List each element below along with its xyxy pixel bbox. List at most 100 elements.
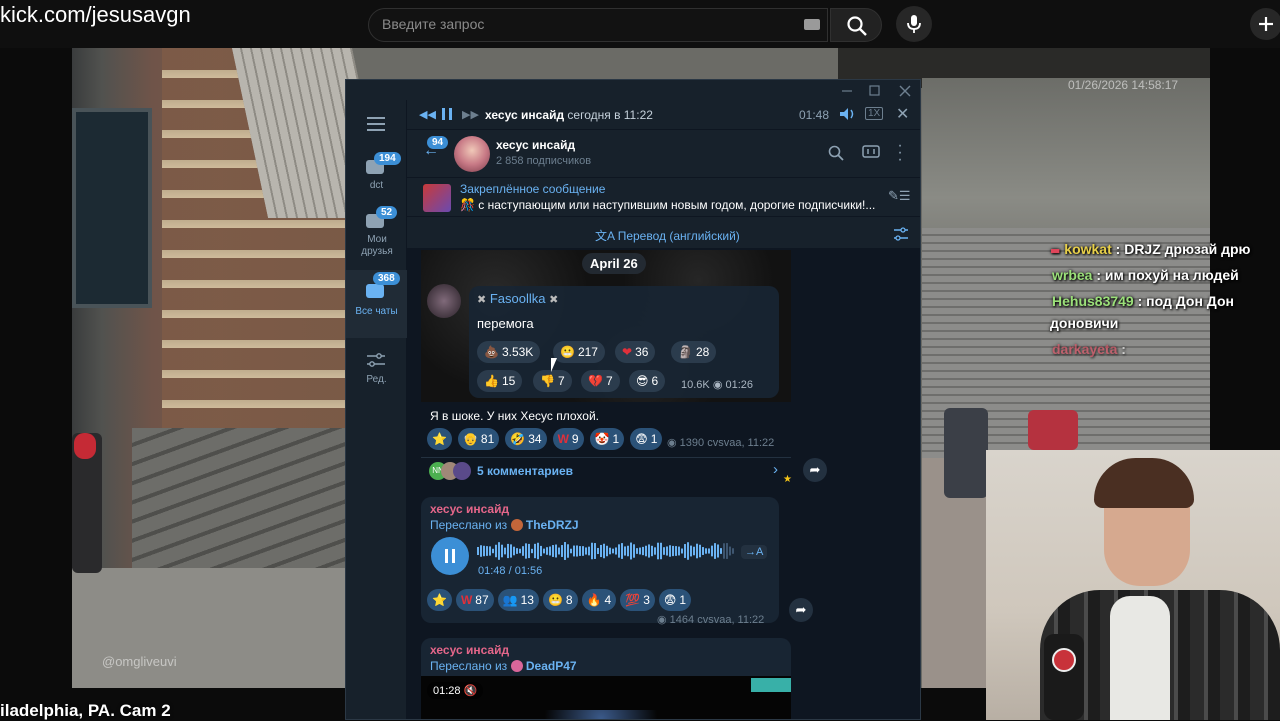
keyboard-icon[interactable]	[804, 19, 820, 30]
sparkle-icon: ✖	[549, 293, 559, 306]
comments-link[interactable]: NN 5 комментариев ›	[421, 458, 791, 486]
waveform-bar	[687, 542, 689, 560]
pinned-list-icon[interactable]: ✎☰	[888, 188, 911, 204]
volume-icon[interactable]	[839, 107, 857, 121]
muted-icon[interactable]: 🔇	[464, 685, 478, 697]
reaction-chip[interactable]: ⭐	[427, 589, 452, 611]
waveform-bar	[708, 548, 710, 554]
plus-icon	[1259, 17, 1273, 31]
waveform-bar	[582, 546, 584, 556]
reaction-chip[interactable]: 💔 7	[581, 370, 620, 392]
reaction-chip[interactable]: ❤ 36	[615, 341, 656, 363]
window-controls-icon[interactable]	[840, 85, 916, 97]
more-options-icon[interactable]: · · ·	[897, 138, 903, 168]
post-reactions: ⭐ 👴 81 🤣 34 W9 🤡 1 😨 1	[427, 428, 663, 450]
microphone	[1044, 634, 1084, 720]
channel-name[interactable]: хесус инсайд	[496, 138, 575, 152]
waveform-bar	[510, 544, 512, 558]
folder-all-chats[interactable]: 368 Все чаты	[346, 270, 407, 338]
previous-track-icon[interactable]: ◀◀	[419, 108, 436, 121]
reaction-chip[interactable]: 👍 15	[477, 370, 523, 392]
reaction-chip[interactable]: 🤣 34	[505, 428, 547, 450]
folder-edit[interactable]: Ред.	[346, 350, 407, 394]
source-avatar	[510, 660, 523, 672]
comments-icon[interactable]	[862, 145, 880, 161]
waveform-bar	[693, 546, 695, 556]
translate-label[interactable]: 文A Перевод (английский)	[595, 227, 740, 244]
chat-text: : DRJZ дрюзай дрю	[1115, 241, 1251, 257]
share-button[interactable]: ➦	[789, 598, 813, 622]
reaction-chip[interactable]: ⭐	[427, 428, 452, 450]
menu-icon[interactable]	[367, 117, 385, 131]
author-name[interactable]: хесус инсайд	[430, 502, 509, 516]
waveform-bar	[558, 547, 560, 555]
chat-message: Hehus83749 : под Дон Дон	[1052, 293, 1234, 309]
chat-username: kowkat	[1064, 241, 1112, 257]
pinned-message-bar[interactable]: Закреплённое сообщение 🎊 с наступающим и…	[407, 177, 920, 217]
message-bubble: хесус инсайд Переслано из TheDRZJ →A 01:…	[421, 497, 779, 626]
reaction-chip[interactable]: 👎 7	[533, 370, 572, 392]
video-preview[interactable]: April 26 ✖ Fasoollka ✖ перемога 💩 3.53K 😬…	[421, 250, 791, 402]
waveform-bar	[717, 544, 719, 558]
reaction-chip[interactable]: 👴 81	[457, 428, 500, 450]
reaction-chip[interactable]: W9	[552, 428, 584, 450]
reaction-chip[interactable]: 👥 13	[497, 589, 539, 611]
audio-waveform[interactable]	[477, 541, 737, 561]
reaction-chip[interactable]: 💯 3	[620, 589, 655, 611]
translate-bar[interactable]: 文A Перевод (английский)	[407, 220, 920, 248]
message-feed[interactable]: April 26 ✖ Fasoollka ✖ перемога 💩 3.53K 😬…	[407, 248, 920, 719]
waveform-bar	[672, 545, 674, 557]
share-button[interactable]: ➦	[803, 458, 827, 482]
waveform-bar	[573, 545, 575, 557]
translate-settings-icon[interactable]	[893, 227, 909, 241]
folder-dct[interactable]: 194 dct	[346, 152, 407, 202]
chat-message: wrbea : им похуй на людей	[1052, 267, 1239, 283]
forwarded-from[interactable]: Переслано из DeadP47	[430, 659, 577, 673]
waveform-bar	[615, 547, 617, 555]
author-name[interactable]: ✖ Fasoollka ✖	[477, 291, 558, 306]
folder-label: dct	[369, 180, 384, 191]
audio-pause-button[interactable]	[431, 537, 469, 575]
voice-search-button[interactable]	[896, 6, 932, 42]
reaction-chip[interactable]: 🤡 1	[589, 428, 625, 450]
share-icon: ➦	[795, 602, 807, 617]
chat-message: доновичи	[1050, 315, 1118, 331]
chat-text: : им похуй на людей	[1096, 267, 1239, 283]
author-name[interactable]: хесус инсайд	[430, 643, 509, 657]
eye-icon: ◉	[712, 379, 726, 391]
reaction-chip[interactable]: 😨 1	[630, 428, 663, 450]
reaction-chip[interactable]: 🔥 4	[581, 589, 617, 611]
folder-label: Мои друзья	[361, 234, 393, 257]
waveform-bar	[657, 542, 659, 560]
waveform-bar	[585, 547, 587, 555]
pinned-text-value: с наступающим или наступившим новым годо…	[478, 198, 876, 212]
waveform-bar	[507, 543, 509, 559]
reaction-chip[interactable]: 😨 1	[658, 589, 692, 611]
telegram-window[interactable]: 194 dct 52 Мои друзья 368 Все чаты Ред. …	[345, 79, 921, 720]
transcribe-button[interactable]: →A	[741, 545, 768, 559]
close-player-icon[interactable]: ✕	[896, 104, 909, 124]
playback-speed-button[interactable]: 1X	[865, 107, 884, 120]
waveform-bar	[588, 546, 590, 556]
seated-person	[1028, 410, 1078, 450]
reaction-chip[interactable]: 🗿 28	[671, 341, 717, 363]
author-avatar[interactable]	[427, 284, 461, 318]
forwarded-from[interactable]: Переслано из TheDRZJ	[430, 518, 579, 532]
create-button[interactable]	[1250, 8, 1280, 40]
next-track-icon[interactable]: ▶▶	[462, 108, 479, 121]
chat-text: доновичи	[1050, 315, 1119, 331]
search-button[interactable]	[830, 8, 882, 42]
share-icon: ➦	[809, 462, 821, 477]
reaction-chip[interactable]: 😬 8	[542, 589, 578, 611]
reaction-chip[interactable]: W 87	[455, 589, 494, 611]
folder-friends[interactable]: 52 Мои друзья	[346, 206, 407, 266]
waveform-bar	[714, 543, 716, 559]
reaction-chip[interactable]: 💩 3.53K	[477, 341, 541, 363]
pause-icon[interactable]	[442, 108, 452, 120]
channel-avatar[interactable]	[454, 136, 490, 172]
waveform-bar	[639, 547, 641, 555]
waveform-bar	[504, 547, 506, 555]
waveform-bar	[633, 544, 635, 558]
search-icon[interactable]	[828, 145, 844, 161]
reaction-chip[interactable]: 😎 6	[629, 370, 666, 392]
